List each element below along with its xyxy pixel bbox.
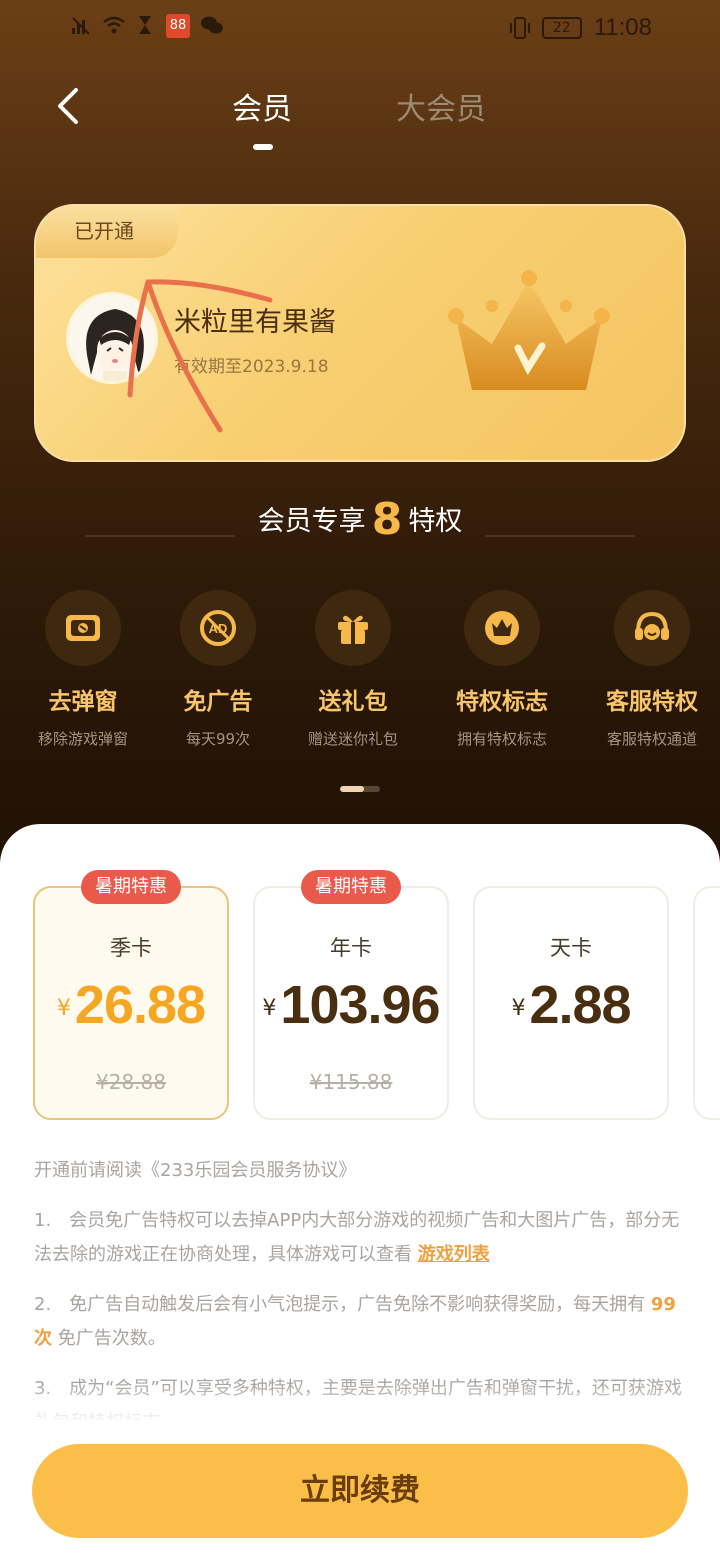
page-indicator: [340, 786, 380, 792]
privilege-name: 送礼包: [318, 689, 388, 715]
privilege-desc: 移除游戏弹窗: [37, 730, 128, 748]
plan-card-yearly[interactable]: 暑期特惠 年卡 ¥103.96 ¥115.88: [253, 870, 449, 1120]
original-price: ¥28.88: [96, 1070, 166, 1094]
plan-card-partial[interactable]: [693, 886, 720, 1120]
note-text: 2. 免广告自动触发后会有小气泡提示，广告免除不影响获得奖励，每天拥有: [34, 1294, 651, 1315]
privileges-title-prefix: 会员专享: [257, 506, 366, 537]
privilege-item-no-ad[interactable]: AD 免广告 每天99次: [143, 590, 293, 749]
note-item-1: 1. 会员免广告特权可以去掉APP内大部分游戏的视频广告和大图片广告，部分无法去…: [34, 1204, 688, 1272]
privilege-item-popup[interactable]: 去弹窗 移除游戏弹窗: [8, 590, 158, 749]
wifi-icon: [102, 14, 125, 38]
wechat-icon: [200, 14, 223, 38]
gift-icon: [315, 590, 391, 666]
plan-price: ¥2.88: [475, 974, 667, 1036]
privilege-name: 特权标志: [456, 689, 548, 715]
clock: 11:08: [593, 14, 652, 41]
price-amount: 2.88: [529, 975, 631, 1035]
privileges-title: 会员专享 8 特权: [0, 494, 720, 545]
plan-price: ¥26.88: [35, 974, 227, 1036]
price-amount: 103.96: [280, 975, 440, 1035]
plan-price: ¥103.96: [255, 974, 447, 1036]
privileges-count: 8: [371, 494, 403, 545]
crown-badge-icon: [464, 590, 540, 666]
privilege-name: 客服特权: [606, 689, 698, 715]
crown-icon: [448, 270, 610, 390]
note-text: 免广告次数。: [52, 1328, 166, 1349]
status-bar: 88 22 11:08: [0, 0, 720, 56]
game-list-link[interactable]: 游戏列表: [418, 1244, 490, 1265]
plan-card-daily[interactable]: 天卡 ¥2.88: [473, 886, 669, 1120]
tab-member[interactable]: 会员: [232, 84, 292, 128]
price-amount: 26.88: [74, 975, 206, 1035]
hourglass-icon: [134, 14, 156, 38]
battery-icon: 22: [541, 17, 582, 39]
currency-symbol: ¥: [262, 996, 277, 1021]
promo-badge: 暑期特惠: [301, 870, 401, 904]
membership-card: 已开通 米粒里有果酱 有效期至2023.9.18: [34, 204, 686, 462]
privilege-name: 去弹窗: [48, 689, 118, 715]
plan-name: 季卡: [110, 936, 152, 960]
tab-indicator: [253, 144, 273, 150]
avatar[interactable]: [66, 292, 158, 384]
status-badge: 已开通: [36, 206, 178, 258]
promo-badge: 暑期特惠: [81, 870, 181, 904]
notes-fade: [0, 1384, 720, 1424]
note-text: 1. 会员免广告特权可以去掉APP内大部分游戏的视频广告和大图片广告，部分无法去…: [34, 1210, 680, 1265]
currency-symbol: ¥: [511, 996, 526, 1021]
back-button[interactable]: [48, 84, 88, 128]
popup-icon: [45, 590, 121, 666]
privilege-desc: 每天99次: [185, 730, 251, 748]
plan-name: 天卡: [550, 936, 592, 960]
privilege-item-gift[interactable]: 送礼包 赠送迷你礼包: [278, 590, 428, 749]
privilege-desc: 客服特权通道: [606, 730, 697, 748]
privilege-desc: 拥有特权标志: [456, 730, 547, 748]
privilege-item-badge[interactable]: 特权标志 拥有特权标志: [427, 590, 577, 749]
privilege-desc: 赠送迷你礼包: [307, 730, 398, 748]
tab-big-member[interactable]: 大会员: [396, 84, 486, 128]
headset-icon: [614, 590, 690, 666]
no-ad-icon: AD: [180, 590, 256, 666]
currency-symbol: ¥: [56, 996, 71, 1021]
privilege-name: 免广告: [183, 689, 253, 715]
signal-icon: [70, 14, 92, 38]
purchase-sheet: 暑期特惠 季卡 ¥26.88 ¥28.88 暑期特惠 年卡 ¥103.96 ¥1…: [0, 824, 720, 1560]
vibrate-icon: [508, 16, 530, 40]
renew-button[interactable]: 立即续费: [32, 1444, 688, 1538]
agreement-notice[interactable]: 开通前请阅读《233乐园会员服务协议》: [34, 1154, 688, 1188]
privileges-title-suffix: 特权: [408, 506, 463, 537]
plan-name: 年卡: [330, 936, 372, 960]
username: 米粒里有果酱: [174, 307, 336, 338]
expiry-date: 有效期至2023.9.18: [174, 357, 329, 377]
privilege-item-service[interactable]: 客服特权 客服特权通道: [577, 590, 720, 749]
note-item-2: 2. 免广告自动触发后会有小气泡提示，广告免除不影响获得奖励，每天拥有 99次 …: [34, 1288, 688, 1356]
chevron-left-icon: [58, 88, 78, 124]
app-notification-icon: 88: [166, 14, 190, 38]
original-price: ¥115.88: [309, 1070, 393, 1094]
plan-card-quarterly[interactable]: 暑期特惠 季卡 ¥26.88 ¥28.88: [33, 870, 229, 1120]
